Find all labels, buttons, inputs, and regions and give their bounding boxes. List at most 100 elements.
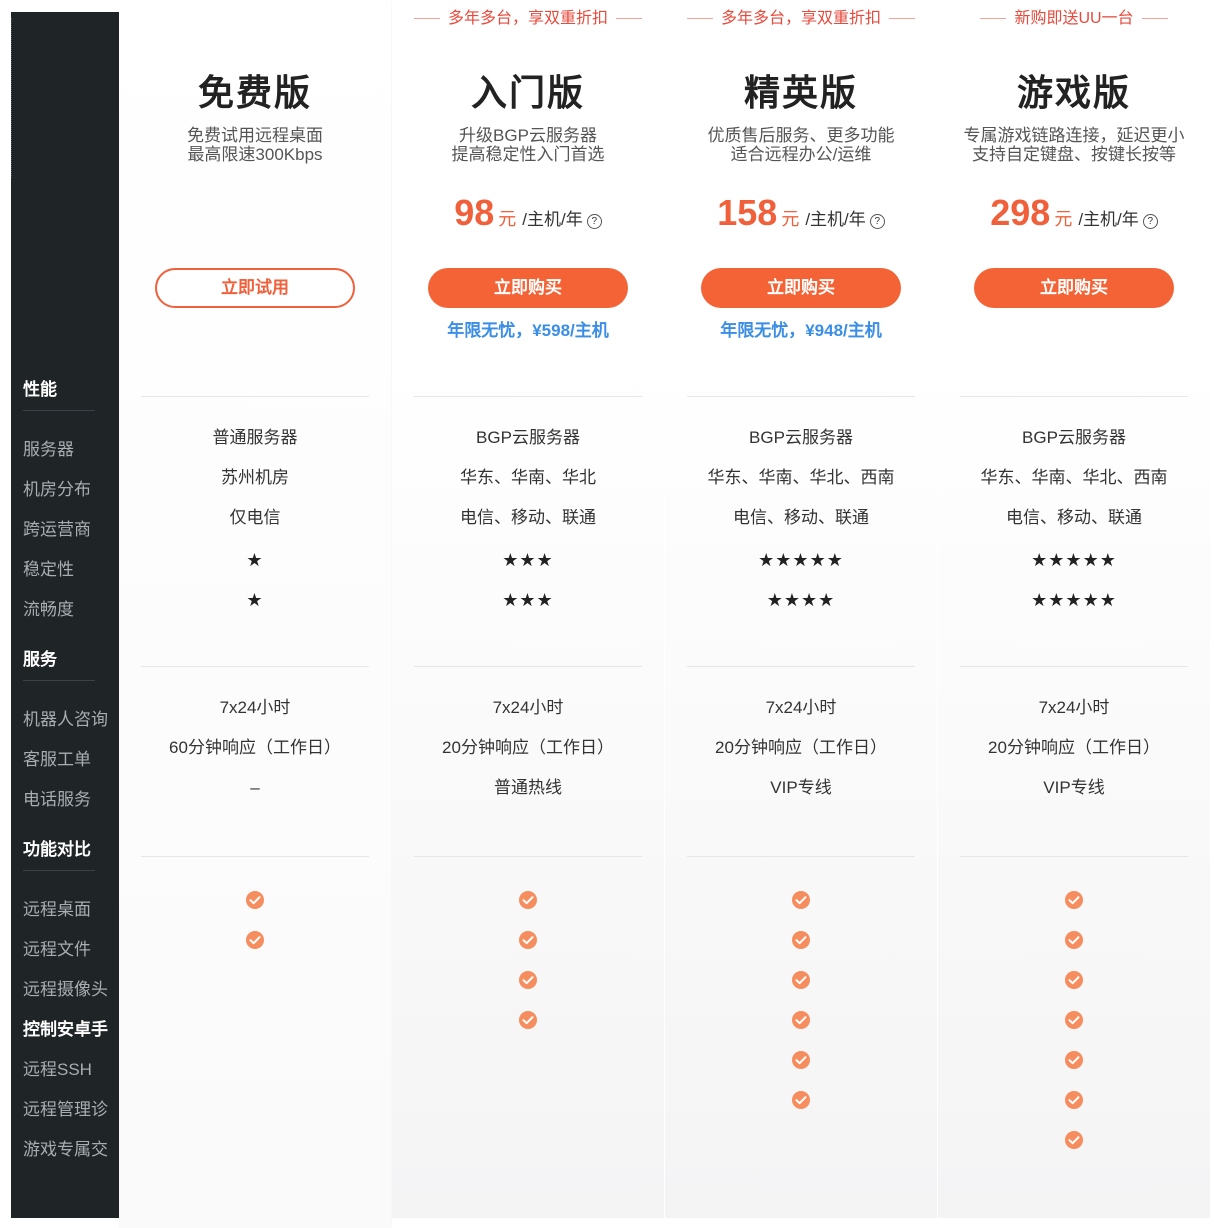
promo-banner: 多年多台，享双重折扣 [665, 6, 937, 32]
cell-smoothness-stars: ★★★ [502, 590, 554, 610]
cell-stability-stars: ★★★★★ [758, 550, 844, 570]
sidebar-item-ticket[interactable]: 客服工单 [23, 740, 119, 780]
orange-check-circle-icon [792, 891, 810, 909]
sidebar-section-service: 服务 [23, 640, 95, 681]
cell-server: 普通服务器 [212, 428, 298, 447]
cell-server: BGP云服务器 [1022, 428, 1126, 447]
sidebar-item-remote-ssh[interactable]: 远程SSH [23, 1050, 119, 1090]
plan-column-game: 新购即送UU一台 游戏版 专属游戏链路连接，延迟更小 支持自定键盘、按键长按等 … [938, 0, 1210, 1228]
question-circle-icon[interactable]: ? [1142, 214, 1158, 229]
plan-price: 298 元/主机/年? [938, 192, 1210, 234]
try-now-button[interactable]: 立即试用 [155, 268, 355, 308]
cell-smoothness-stars: ★ [246, 590, 264, 610]
cell-server: BGP云服务器 [749, 428, 853, 447]
divider [960, 856, 1188, 857]
question-circle-icon[interactable]: ? [586, 214, 602, 229]
divider [414, 856, 642, 857]
plan-column-basic: 多年多台，享双重折扣 入门版 升级BGP云服务器 提高稳定性入门首选 98 元/主… [392, 0, 664, 1228]
plan-title: 入门版 [470, 72, 585, 113]
sidebar-item-remote-desktop[interactable]: 远程桌面 [23, 890, 119, 930]
plan-title: 免费版 [197, 72, 312, 113]
cell-server: BGP云服务器 [476, 428, 580, 447]
sidebar-item-remote-camera[interactable]: 远程摄像头 [23, 970, 119, 1010]
cell-ticket: 20分钟响应（工作日） [988, 738, 1160, 757]
price-unit: /主机/年 [522, 210, 583, 229]
buy-now-button[interactable]: 立即购买 [701, 268, 901, 308]
sidebar-item-game-interaction[interactable]: 游戏专属交 [23, 1130, 119, 1170]
sidebar-item-remote-diagnose[interactable]: 远程管理诊 [23, 1090, 119, 1130]
divider [960, 396, 1188, 397]
orange-check-circle-icon [792, 1011, 810, 1029]
promo-text: 多年多台，享双重折扣 [720, 10, 881, 27]
sidebar-item-android-control[interactable]: 控制安卓手 [23, 1010, 119, 1050]
price-amount: 158 [717, 192, 778, 233]
plan-description: 免费试用远程桌面 最高限速300Kbps [119, 126, 391, 164]
divider [414, 396, 642, 397]
orange-check-circle-icon [519, 971, 537, 989]
orange-check-circle-icon [246, 931, 264, 949]
promo-banner: 多年多台，享双重折扣 [392, 6, 664, 32]
cell-region: 华东、华南、华北 [460, 468, 596, 487]
buy-now-button[interactable]: 立即购买 [974, 268, 1174, 308]
sidebar-item-smoothness[interactable]: 流畅度 [23, 590, 119, 630]
renew-offer-link[interactable]: 年限无忧，¥948/主机 [665, 316, 937, 341]
orange-check-circle-icon [1065, 971, 1083, 989]
price-currency: 元 [781, 209, 800, 229]
cell-bot: 7x24小时 [765, 698, 837, 717]
cell-phone: VIP专线 [1043, 778, 1105, 797]
plan-description-line-1: 专属游戏链路连接，延迟更小 [963, 126, 1185, 145]
cell-phone: – [250, 778, 260, 797]
cell-ticket: 20分钟响应（工作日） [442, 738, 614, 757]
plan-price: 158 元/主机/年? [665, 192, 937, 234]
question-circle-icon[interactable]: ? [869, 214, 885, 229]
cell-bot: 7x24小时 [219, 698, 291, 717]
promo-line-right [1141, 18, 1168, 20]
cell-carrier: 仅电信 [229, 508, 281, 527]
divider [141, 396, 369, 397]
sidebar: 性能 服务器 机房分布 跨运营商 稳定性 流畅度 服务 机器人咨询 客服工单 电… [11, 12, 119, 1218]
plan-description: 优质售后服务、更多功能 适合远程办公/运维 [665, 126, 937, 164]
plan-title: 精英版 [743, 72, 858, 113]
orange-check-circle-icon [519, 1011, 537, 1029]
promo-text: 多年多台，享双重折扣 [447, 10, 608, 27]
sidebar-item-carrier[interactable]: 跨运营商 [23, 510, 119, 550]
divider [687, 666, 915, 667]
sidebar-item-region[interactable]: 机房分布 [23, 470, 119, 510]
cell-ticket: 60分钟响应（工作日） [169, 738, 341, 757]
orange-check-circle-icon [792, 1051, 810, 1069]
orange-check-circle-icon [246, 891, 264, 909]
sidebar-item-remote-file[interactable]: 远程文件 [23, 930, 119, 970]
cell-carrier: 电信、移动、联通 [460, 508, 596, 527]
divider [687, 396, 915, 397]
cell-phone: VIP专线 [770, 778, 832, 797]
cell-region: 华东、华南、华北、西南 [980, 468, 1168, 487]
plan-column-free: 免费版 免费试用远程桌面 最高限速300Kbps ? 立即试用 普通服务器 苏州… [119, 0, 391, 1228]
orange-check-circle-icon [792, 1091, 810, 1109]
sidebar-item-phone[interactable]: 电话服务 [23, 780, 119, 820]
price-unit: /主机/年 [805, 210, 866, 229]
cell-smoothness-stars: ★★★★★ [1031, 590, 1117, 610]
renew-offer-link[interactable]: 年限无忧，¥598/主机 [392, 316, 664, 341]
cell-ticket: 20分钟响应（工作日） [715, 738, 887, 757]
buy-now-button[interactable]: 立即购买 [428, 268, 628, 308]
orange-check-circle-icon [1065, 1011, 1083, 1029]
promo-line-left [686, 18, 713, 20]
orange-check-circle-icon [792, 931, 810, 949]
promo-text: 新购即送UU一台 [1014, 10, 1134, 27]
sidebar-section-features: 功能对比 [23, 830, 95, 871]
divider [141, 666, 369, 667]
plan-description: 升级BGP云服务器 提高稳定性入门首选 [392, 126, 664, 164]
sidebar-section-performance: 性能 [23, 370, 95, 411]
divider [687, 856, 915, 857]
cell-carrier: 电信、移动、联通 [733, 508, 869, 527]
cell-bot: 7x24小时 [492, 698, 564, 717]
orange-check-circle-icon [1065, 1051, 1083, 1069]
sidebar-item-server[interactable]: 服务器 [23, 430, 119, 470]
cell-smoothness-stars: ★★★★ [766, 590, 836, 610]
plan-description-line-2: 适合远程办公/运维 [730, 145, 872, 164]
cell-carrier: 电信、移动、联通 [1006, 508, 1142, 527]
orange-check-circle-icon [1065, 1091, 1083, 1109]
sidebar-item-stability[interactable]: 稳定性 [23, 550, 119, 590]
sidebar-item-bot[interactable]: 机器人咨询 [23, 700, 119, 740]
cell-stability-stars: ★★★★★ [1031, 550, 1117, 570]
